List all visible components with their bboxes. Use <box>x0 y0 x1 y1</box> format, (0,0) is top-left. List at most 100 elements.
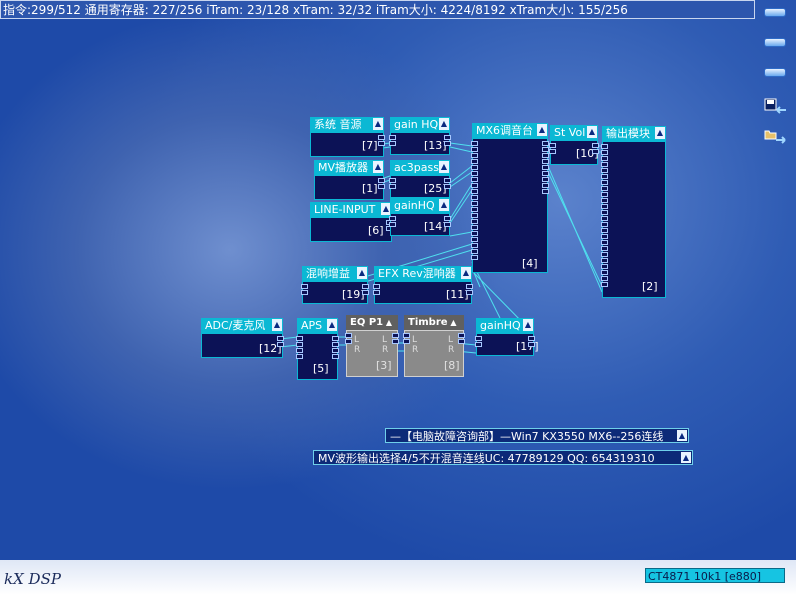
input-port[interactable] <box>471 219 478 224</box>
arrow-up-icon[interactable]: ▲ <box>439 161 449 173</box>
input-port[interactable] <box>601 198 608 203</box>
input-port[interactable] <box>475 342 482 347</box>
input-port[interactable] <box>373 284 380 289</box>
arrow-up-icon[interactable]: ▲ <box>681 452 691 463</box>
input-port[interactable] <box>403 339 410 344</box>
module-title[interactable]: APS ▲ <box>297 318 338 333</box>
output-port[interactable] <box>592 143 599 148</box>
input-port[interactable] <box>601 204 608 209</box>
arrow-up-icon[interactable]: ▲ <box>439 199 449 211</box>
input-port[interactable] <box>601 162 608 167</box>
module-eq-p1[interactable]: EQ P1 ▲ [3] L R L R <box>345 315 399 377</box>
module-gainhq-17[interactable]: gainHQ▲[17] <box>475 318 539 356</box>
input-port[interactable] <box>475 336 482 341</box>
input-port[interactable] <box>471 195 478 200</box>
input-port[interactable] <box>471 141 478 146</box>
output-port[interactable] <box>332 342 339 347</box>
output-port[interactable] <box>528 342 535 347</box>
info-bar-1[interactable]: —【电脑故障咨询部】—Win7 KX3550 MX6--256连线 ▲ <box>385 428 689 443</box>
output-port[interactable] <box>592 149 599 154</box>
module-gain-hq-13[interactable]: gain HQ ▲ [13] <box>389 117 451 155</box>
module-adc-mic[interactable]: ADC/麦克风 ▲ [12] <box>201 318 284 358</box>
arrow-up-icon[interactable]: ▲ <box>655 127 665 139</box>
input-port[interactable] <box>389 222 396 227</box>
input-port[interactable] <box>601 168 608 173</box>
output-port[interactable] <box>392 333 399 338</box>
output-port[interactable] <box>444 216 451 221</box>
module-title[interactable]: St Vol ▲ <box>550 125 598 140</box>
input-port[interactable] <box>601 282 608 287</box>
input-port[interactable] <box>296 336 303 341</box>
output-port[interactable] <box>444 135 451 140</box>
module-title[interactable]: gain HQ ▲ <box>390 117 450 132</box>
module-efx-rev[interactable]: EFX Rev混响器 ▲ [11] <box>373 266 473 304</box>
input-port[interactable] <box>471 147 478 152</box>
input-port[interactable] <box>403 333 410 338</box>
input-port[interactable] <box>471 171 478 176</box>
input-port[interactable] <box>601 174 608 179</box>
input-port[interactable] <box>471 159 478 164</box>
input-port[interactable] <box>549 143 556 148</box>
output-port[interactable] <box>542 183 549 188</box>
input-port[interactable] <box>471 189 478 194</box>
output-port[interactable] <box>378 184 385 189</box>
input-port[interactable] <box>601 210 608 215</box>
output-port[interactable] <box>528 336 535 341</box>
output-port[interactable] <box>466 290 473 295</box>
output-port[interactable] <box>458 333 465 338</box>
output-port[interactable] <box>378 135 385 140</box>
module-title[interactable]: 混响增益 ▲ <box>302 266 368 281</box>
output-port[interactable] <box>277 342 284 347</box>
input-port[interactable] <box>471 183 478 188</box>
module-title[interactable]: LINE-INPUT ▲ <box>310 202 392 217</box>
output-port[interactable] <box>444 178 451 183</box>
input-port[interactable] <box>601 240 608 245</box>
output-port[interactable] <box>458 339 465 344</box>
arrow-up-icon[interactable]: ▲ <box>587 126 597 138</box>
input-port[interactable] <box>389 141 396 146</box>
input-port[interactable] <box>601 258 608 263</box>
input-port[interactable] <box>471 225 478 230</box>
output-port[interactable] <box>332 354 339 359</box>
arrow-up-icon[interactable]: ▲ <box>327 319 337 331</box>
module-st-vol[interactable]: St Vol ▲ [10] <box>549 125 599 165</box>
input-port[interactable] <box>296 342 303 347</box>
module-title[interactable]: 输出模块 ▲ <box>602 126 666 141</box>
arrow-up-icon[interactable]: ▲ <box>677 430 687 441</box>
module-timbre[interactable]: Timbre ▲ [8] L R L R <box>403 315 465 377</box>
input-port[interactable] <box>601 180 608 185</box>
module-gainhq-14[interactable]: gainHQ ▲ [14] <box>389 198 451 236</box>
input-port[interactable] <box>601 228 608 233</box>
output-port[interactable] <box>392 339 399 344</box>
module-aps[interactable]: APS ▲ [5] <box>296 318 339 380</box>
arrow-up-icon[interactable]: ▲ <box>461 267 471 279</box>
input-port[interactable] <box>471 177 478 182</box>
collapse-icon[interactable]: ▲ <box>448 318 456 327</box>
output-port[interactable] <box>332 336 339 341</box>
input-port[interactable] <box>601 276 608 281</box>
module-title[interactable]: MX6调音台 ▲ <box>472 123 548 138</box>
output-port[interactable] <box>466 284 473 289</box>
input-port[interactable] <box>601 192 608 197</box>
module-title[interactable]: ADC/麦克风 ▲ <box>201 318 283 333</box>
input-port[interactable] <box>301 284 308 289</box>
input-port[interactable] <box>471 165 478 170</box>
input-port[interactable] <box>601 252 608 257</box>
input-port[interactable] <box>471 255 478 260</box>
module-title[interactable]: gainHQ ▲ <box>476 318 534 333</box>
arrow-up-icon[interactable]: ▲ <box>523 319 533 331</box>
input-port[interactable] <box>601 222 608 227</box>
output-port[interactable] <box>444 222 451 227</box>
input-port[interactable] <box>301 290 308 295</box>
input-port[interactable] <box>471 249 478 254</box>
module-output-module[interactable]: 输出模块 ▲ [2] <box>601 126 666 298</box>
input-port[interactable] <box>296 354 303 359</box>
input-port[interactable] <box>296 348 303 353</box>
output-port[interactable] <box>542 159 549 164</box>
input-port[interactable] <box>389 184 396 189</box>
input-port[interactable] <box>601 144 608 149</box>
module-title[interactable]: MV播放器 ▲ <box>314 160 384 175</box>
output-port[interactable] <box>332 348 339 353</box>
arrow-up-icon[interactable]: ▲ <box>272 319 282 331</box>
input-port[interactable] <box>471 237 478 242</box>
